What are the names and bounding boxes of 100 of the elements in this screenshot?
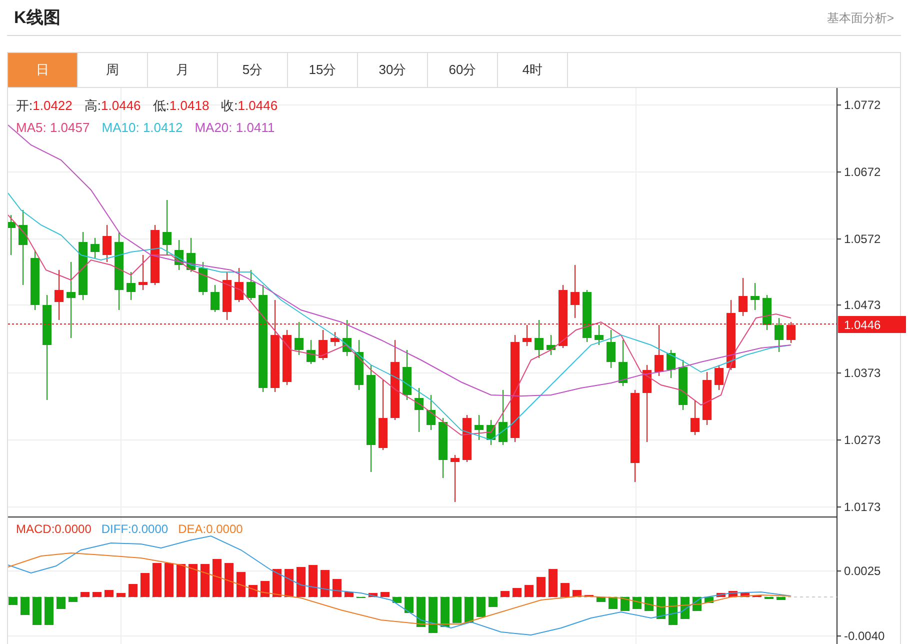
macd-histogram-bar — [620, 597, 630, 611]
candlestick — [150, 224, 160, 286]
macd-legend-reading: MACD:0.0000 — [16, 521, 92, 538]
macd-histogram-bar — [392, 597, 402, 603]
candlestick — [318, 330, 328, 360]
candlestick — [654, 324, 664, 376]
candlestick — [666, 350, 676, 378]
candlestick — [246, 270, 256, 300]
macd-histogram-bar — [284, 569, 294, 597]
candlestick — [198, 262, 208, 296]
macd-histogram-bar — [320, 570, 330, 597]
macd-legend-reading: DEA:0.0000 — [178, 521, 243, 538]
price-tick-label: 1.0772 — [844, 98, 881, 112]
fundamental-analysis-link[interactable]: 基本面分析> — [826, 8, 894, 26]
candlestick — [342, 320, 352, 356]
macd-histogram-bar — [32, 597, 42, 625]
macd-histogram-bar — [308, 565, 318, 597]
macd-histogram-bar — [680, 597, 690, 619]
candlestick — [606, 330, 616, 368]
candlestick — [558, 284, 568, 348]
macd-histogram-bar — [188, 564, 198, 597]
macd-histogram-bar — [404, 597, 414, 613]
macd-histogram-bar — [152, 563, 162, 597]
candlestick — [774, 318, 784, 352]
price-tick-label: 1.0173 — [844, 500, 881, 514]
candlestick — [330, 332, 340, 346]
candlestick — [222, 272, 232, 320]
candlestick — [126, 272, 136, 300]
candlestick — [498, 390, 508, 446]
candlestick — [186, 238, 196, 272]
macd-histogram-bar — [248, 585, 258, 597]
candlestick — [402, 350, 412, 400]
candlestick — [690, 400, 700, 436]
page-title: K线图 — [14, 6, 60, 29]
candlestick — [534, 320, 544, 358]
candlestick — [582, 290, 592, 342]
candlestick — [750, 282, 760, 310]
macd-histogram-bar — [740, 593, 750, 597]
macd-histogram-bar — [272, 569, 282, 597]
macd-histogram-bar — [200, 564, 210, 597]
macd-histogram-bar — [20, 597, 30, 615]
candlestick — [306, 340, 316, 364]
macd-histogram-bar — [716, 593, 726, 597]
ma-legend-reading: MA5: 1.0457 — [16, 118, 90, 136]
candlestick — [462, 414, 472, 462]
candlestick — [546, 334, 556, 356]
candlestick — [234, 268, 244, 302]
candlestick — [78, 232, 88, 300]
ma-legend-reading: MA20: 1.0411 — [194, 118, 275, 136]
candlestick — [282, 330, 292, 386]
macd-histogram-bar — [128, 584, 138, 597]
candlestick — [450, 454, 460, 502]
candlestick — [30, 250, 40, 310]
macd-histogram-bar — [656, 597, 666, 619]
candlestick — [90, 238, 100, 258]
macd-histogram-bar — [296, 567, 306, 597]
candlestick — [138, 254, 148, 290]
candlestick — [570, 264, 580, 318]
macd-histogram-bar — [512, 588, 522, 597]
macd-histogram-bar — [212, 559, 222, 597]
macd-histogram-bar — [236, 572, 246, 597]
macd-histogram-bar — [260, 581, 270, 597]
price-tick-label: 1.0273 — [844, 433, 881, 447]
macd-histogram-bar — [608, 597, 618, 609]
macd-histogram-bar — [380, 592, 390, 597]
macd-histogram-bar — [224, 563, 234, 597]
candlestick — [618, 340, 628, 386]
macd-histogram-bar — [80, 592, 90, 597]
macd-histogram-bar — [8, 597, 18, 605]
candlestick — [102, 224, 112, 262]
ohlc-reading: 开:1.0422 — [16, 97, 72, 115]
macd-histogram-bar — [68, 597, 78, 602]
price-tick-label: 1.0373 — [844, 366, 881, 380]
macd-histogram-bar — [416, 597, 426, 627]
macd-histogram-bar — [344, 592, 354, 597]
macd-histogram-bar — [368, 593, 378, 597]
macd-histogram-bar — [524, 585, 534, 597]
macd-histogram-bar — [92, 592, 102, 597]
candlestick — [594, 324, 604, 346]
macd-histogram-bar — [56, 597, 66, 609]
ma-legend-reading: MA10: 1.0412 — [102, 118, 183, 136]
candlestick — [678, 360, 688, 410]
candlestick — [294, 322, 304, 356]
macd-histogram-bar — [668, 597, 678, 625]
macd-histogram-bar — [44, 597, 54, 625]
macd-tick-label: 0.0025 — [844, 564, 881, 578]
candlestick — [474, 414, 484, 440]
macd-tick-label: -0.0040 — [844, 629, 885, 643]
candlestick — [738, 278, 748, 316]
candlestick — [354, 340, 364, 390]
candlestick — [438, 418, 448, 478]
ohlc-reading: 高:1.0446 — [84, 97, 141, 115]
candlestick — [174, 240, 184, 270]
macd-histogram-bar — [464, 597, 474, 623]
macd-histogram-bar — [776, 597, 786, 600]
macd-legend-reading: DIFF:0.0000 — [101, 521, 168, 538]
candlestick — [522, 324, 532, 346]
macd-histogram-bar — [596, 597, 606, 602]
macd-histogram-bar — [536, 577, 546, 597]
macd-histogram-bar — [632, 597, 642, 609]
